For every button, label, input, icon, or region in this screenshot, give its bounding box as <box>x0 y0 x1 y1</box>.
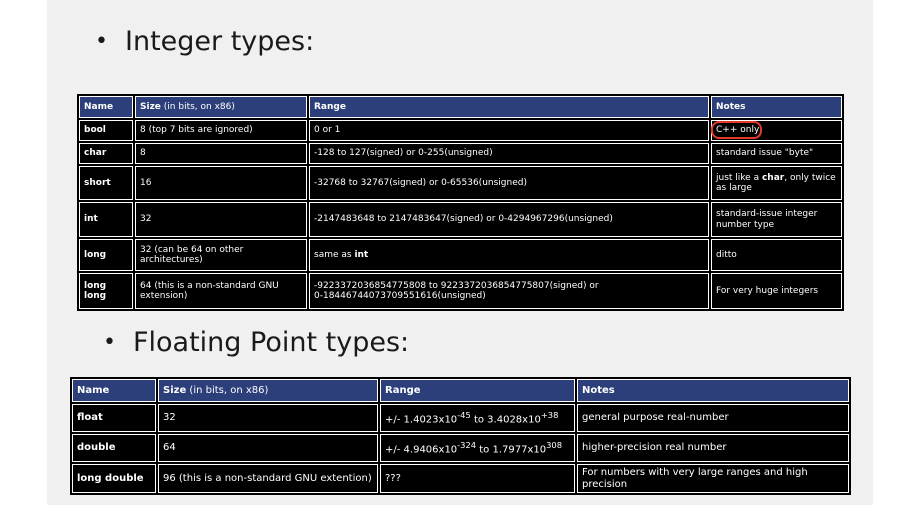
col-header-range: Range <box>380 379 575 402</box>
cell-name: float <box>72 404 156 432</box>
cell-name: long <box>79 239 133 271</box>
col-header-size: Size (in bits, on x86) <box>135 96 307 118</box>
cell-name: bool <box>79 120 133 141</box>
cell-range: same as int <box>309 239 709 271</box>
cell-range: +/- 4.9406x10-324 to 1.7977x10308 <box>380 434 575 462</box>
table-row: long double 96 (this is a non-standard G… <box>72 464 849 493</box>
bullet-icon: • <box>103 330 116 355</box>
cell-range: -9223372036854775808 to 9223372036854775… <box>309 273 709 309</box>
cell-size: 8 <box>135 143 307 164</box>
bullet-icon: • <box>95 29 108 54</box>
col-header-name: Name <box>79 96 133 118</box>
cell-size: 32 <box>158 404 378 432</box>
cell-range: 0 or 1 <box>309 120 709 141</box>
cell-name: double <box>72 434 156 462</box>
table-row: char 8 -128 to 127(signed) or 0-255(unsi… <box>79 143 842 164</box>
cell-notes: ditto <box>711 239 842 271</box>
cell-notes: just like a char, only twice as large <box>711 166 842 200</box>
cell-notes: C++ only <box>711 120 842 141</box>
cell-range: +/- 1.4023x10-45 to 3.4028x10+38 <box>380 404 575 432</box>
cell-notes: For numbers with very large ranges and h… <box>577 464 849 493</box>
cell-notes: For very huge integers <box>711 273 842 309</box>
cell-name: long long <box>79 273 133 309</box>
cell-range: -32768 to 32767(signed) or 0-65536(unsig… <box>309 166 709 200</box>
table-row: short 16 -32768 to 32767(signed) or 0-65… <box>79 166 842 200</box>
floating-point-types-heading: • Floating Point types: <box>103 327 409 358</box>
cell-name: long double <box>72 464 156 493</box>
cell-range: -2147483648 to 2147483647(signed) or 0-4… <box>309 202 709 237</box>
cell-notes: general purpose real-number <box>577 404 849 432</box>
cell-size: 8 (top 7 bits are ignored) <box>135 120 307 141</box>
cell-size: 96 (this is a non-standard GNU extention… <box>158 464 378 493</box>
cell-name: short <box>79 166 133 200</box>
cell-notes: standard issue "byte" <box>711 143 842 164</box>
col-header-range: Range <box>309 96 709 118</box>
cell-notes: higher-precision real number <box>577 434 849 462</box>
heading-text: Integer types: <box>125 26 315 57</box>
table-row: bool 8 (top 7 bits are ignored) 0 or 1 C… <box>79 120 842 141</box>
table-header-row: Name Size (in bits, on x86) Range Notes <box>72 379 849 402</box>
table-row: long long 64 (this is a non-standard GNU… <box>79 273 842 309</box>
col-header-notes: Notes <box>711 96 842 118</box>
cell-size: 64 <box>158 434 378 462</box>
cell-notes: standard-issue integer number type <box>711 202 842 237</box>
floating-point-types-table: Name Size (in bits, on x86) Range Notes … <box>70 377 851 495</box>
table-row: long 32 (can be 64 on other architecture… <box>79 239 842 271</box>
cell-size: 64 (this is a non-standard GNU extension… <box>135 273 307 309</box>
table-header-row: Name Size (in bits, on x86) Range Notes <box>79 96 842 118</box>
col-header-size: Size (in bits, on x86) <box>158 379 378 402</box>
table-row: double 64 +/- 4.9406x10-324 to 1.7977x10… <box>72 434 849 462</box>
cell-range: -128 to 127(signed) or 0-255(unsigned) <box>309 143 709 164</box>
cell-name: int <box>79 202 133 237</box>
cell-size: 16 <box>135 166 307 200</box>
integer-types-heading: • Integer types: <box>95 26 314 57</box>
heading-text: Floating Point types: <box>133 327 410 358</box>
highlight-circle: C++ only <box>716 125 760 136</box>
col-header-notes: Notes <box>577 379 849 402</box>
cell-name: char <box>79 143 133 164</box>
cell-size: 32 <box>135 202 307 237</box>
table-row: float 32 +/- 1.4023x10-45 to 3.4028x10+3… <box>72 404 849 432</box>
cell-range: ??? <box>380 464 575 493</box>
integer-types-table: Name Size (in bits, on x86) Range Notes … <box>77 94 844 311</box>
table-row: int 32 -2147483648 to 2147483647(signed)… <box>79 202 842 237</box>
cell-size: 32 (can be 64 on other architectures) <box>135 239 307 271</box>
col-header-name: Name <box>72 379 156 402</box>
